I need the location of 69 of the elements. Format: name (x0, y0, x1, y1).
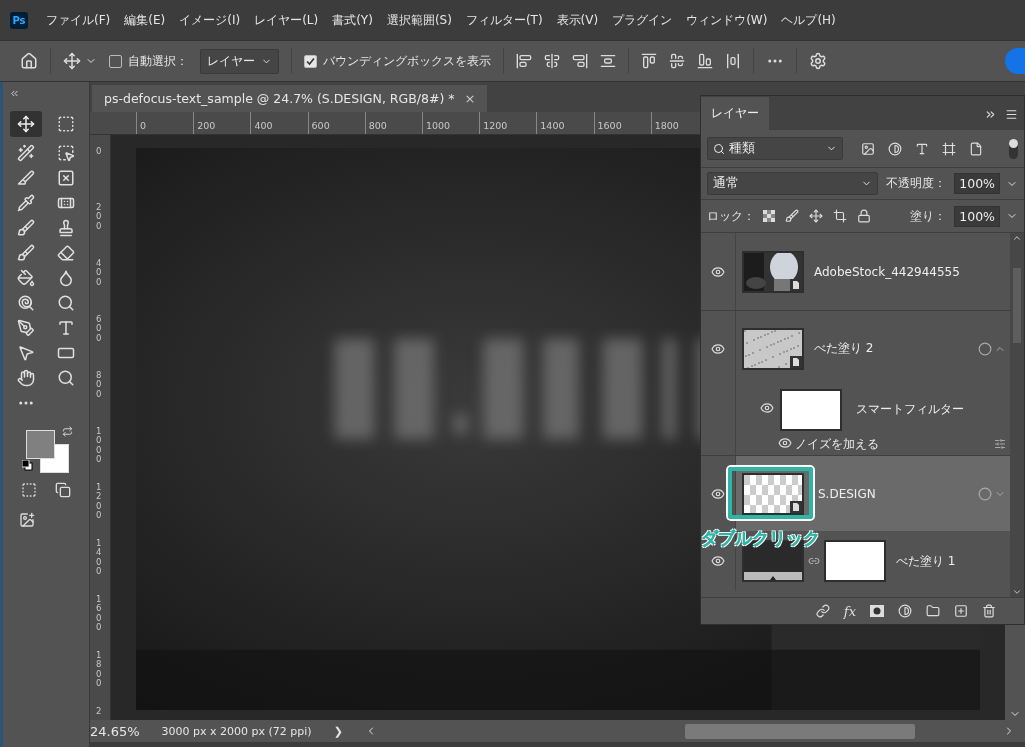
menu-item[interactable]: 編集(E) (118, 11, 172, 29)
zoom-level[interactable]: 24.65% (90, 723, 140, 739)
align-bottom-icon[interactable] (697, 53, 713, 69)
swap-colors-icon[interactable] (62, 426, 73, 437)
layers-scrollbar[interactable] (1010, 233, 1024, 597)
generate-image-icon[interactable] (19, 512, 35, 528)
marquee-icon[interactable] (57, 115, 75, 133)
color-swatches-icon[interactable] (26, 430, 70, 474)
menu-item[interactable]: ウィンドウ(W) (680, 11, 774, 29)
stamp-icon[interactable] (57, 219, 75, 237)
trash-icon[interactable] (982, 604, 996, 618)
pointer-icon[interactable] (17, 344, 35, 362)
paint-bucket-icon[interactable] (17, 269, 35, 287)
menu-item[interactable]: 選択範囲(S) (380, 11, 458, 29)
document-info: 3000 px x 2000 px (72 ppi) (161, 724, 312, 738)
align-middle-icon[interactable] (669, 53, 685, 69)
history-brush-icon[interactable] (17, 244, 35, 262)
align-right-icon[interactable] (572, 53, 588, 69)
type-icon[interactable] (57, 319, 75, 337)
close-icon[interactable]: × (464, 91, 476, 106)
collapse-icon[interactable] (9, 88, 20, 99)
filter-options-icon[interactable] (994, 438, 1006, 450)
menu-item[interactable]: 書式(Y) (326, 11, 379, 29)
eyedropper-icon[interactable] (17, 194, 35, 212)
eraser-icon[interactable] (57, 244, 75, 262)
filter-toggle[interactable] (1009, 138, 1018, 159)
panel-tab[interactable]: レイヤー (701, 97, 769, 130)
scroll-down-icon[interactable] (1012, 587, 1022, 597)
menu-item[interactable]: ヘルプ(H) (775, 11, 842, 29)
move-tool-button[interactable] (10, 111, 42, 137)
align-left-icon[interactable] (516, 53, 532, 69)
target-dropdown[interactable]: レイヤー (200, 48, 279, 74)
scroll-up-icon[interactable] (1012, 233, 1022, 243)
knife-icon[interactable] (17, 169, 35, 187)
settings-icon[interactable] (809, 52, 827, 70)
menu-item[interactable]: ファイル(F) (40, 11, 117, 29)
distribute-icon[interactable] (600, 53, 616, 69)
frame-icon[interactable] (57, 169, 75, 187)
checkbox[interactable] (109, 54, 122, 68)
checkbox-label: バウンディングボックスを表示 (323, 52, 491, 70)
align-top-icon[interactable] (641, 53, 657, 69)
menu-item[interactable]: 表示(V) (550, 11, 605, 29)
document-tab[interactable]: ps-defocus-text_sample @ 24.7% (S.DESIGN, RGB/8#) * × (92, 85, 488, 112)
pen-icon[interactable] (17, 319, 35, 337)
object-select-icon[interactable] (57, 144, 75, 162)
default-colors-icon[interactable] (22, 460, 33, 471)
screen-mode-icon[interactable] (55, 482, 71, 498)
menu-item[interactable]: フィルター(T) (459, 11, 549, 29)
checkbox-label: 自動選択： (128, 52, 188, 70)
scrollbar-thumb[interactable] (684, 723, 915, 739)
menu-item[interactable]: プラグイン (606, 11, 679, 29)
move-icon[interactable] (63, 52, 81, 70)
menu-item[interactable]: レイヤー(L) (248, 11, 325, 29)
align-center-icon[interactable] (544, 53, 560, 69)
hand-icon[interactable] (17, 369, 35, 387)
vertical-ruler: 0 200 400 600 800 1000 1200 1400 1600 1800 2 (90, 135, 111, 720)
app-logo[interactable]: Ps (10, 11, 28, 29)
magic-wand-icon[interactable] (17, 144, 35, 162)
drop-icon[interactable] (57, 269, 75, 287)
expand-icon[interactable] (984, 108, 997, 121)
menu-icon[interactable] (1005, 108, 1018, 121)
home-icon[interactable] (20, 52, 38, 70)
quick-mask-icon[interactable] (21, 482, 37, 498)
checkbox[interactable] (304, 54, 317, 68)
brush-icon[interactable] (17, 219, 35, 237)
distribute-icon[interactable] (725, 53, 741, 69)
zoom-icon[interactable] (57, 369, 75, 387)
info-arrow[interactable]: ❯ (333, 724, 343, 738)
menu-item[interactable]: イメージ(I) (173, 11, 247, 29)
